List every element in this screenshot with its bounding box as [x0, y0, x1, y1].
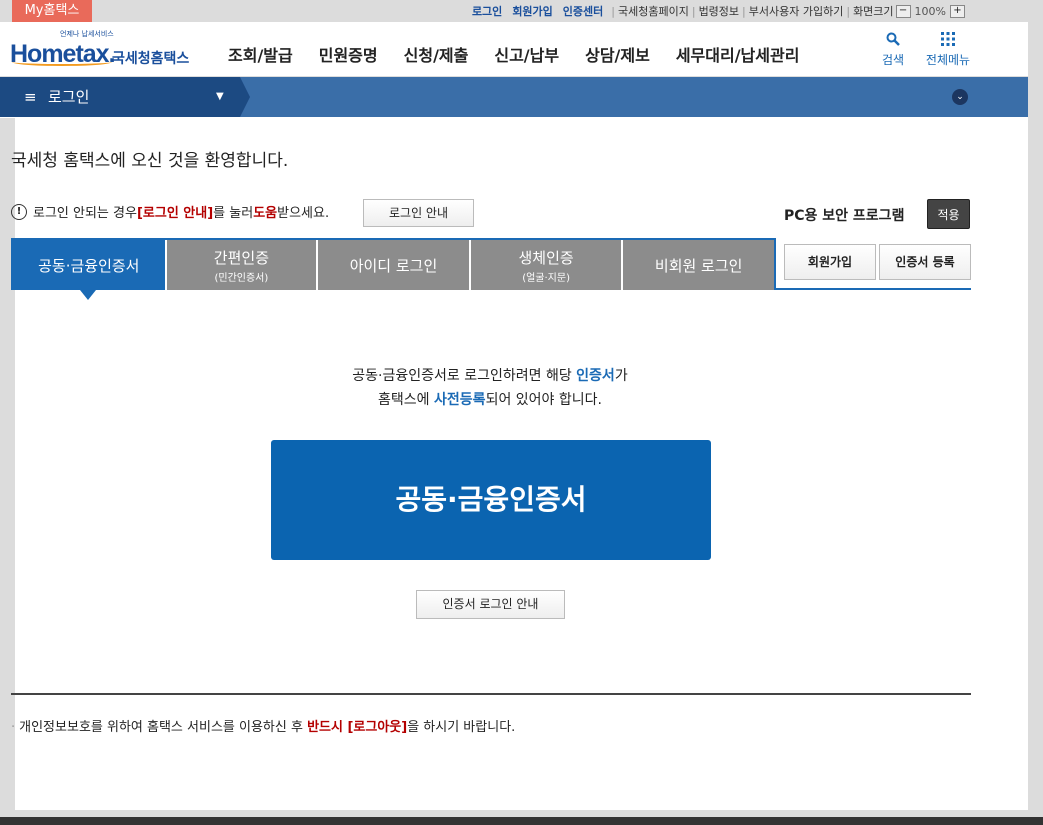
tab-label: 생체인증 — [518, 248, 574, 267]
util-separator: | — [611, 4, 615, 18]
welcome-heading: 국세청 홈택스에 오신 것을 환영합니다. — [11, 151, 289, 171]
zoom-in-button[interactable]: + — [950, 4, 965, 18]
cert-desc-highlight: 사전등록 — [434, 392, 486, 408]
join-button[interactable]: 회원가입 — [784, 244, 876, 280]
browser-frame: My홈택스 로그인 회원가입 인증센터 | 국세청홈페이지 | 법령정보 | 부… — [0, 0, 1043, 825]
tab-label: 공동·금융인증서 — [38, 256, 140, 275]
notice-highlight-1: [로그인 안내] — [136, 206, 214, 221]
util-login-link[interactable]: 로그인 — [472, 3, 502, 19]
util-join-link[interactable]: 회원가입 — [512, 3, 552, 19]
util-dept-join-link[interactable]: 부서사용자 가입하기 — [749, 3, 844, 19]
cert-desc-text: 홈택스에 — [378, 392, 435, 408]
breadcrumb-label: 로그인 — [48, 88, 90, 106]
footer-divider — [11, 693, 971, 695]
tab-sublabel: (민간인증서) — [214, 272, 269, 284]
cert-desc-text: 가 — [614, 368, 628, 384]
cert-login-button[interactable]: 공동·금융인증서 — [271, 440, 711, 560]
nav-consult-report[interactable]: 상담/제보 — [585, 42, 650, 66]
search-label: 검색 — [881, 53, 905, 67]
tab-guest-login[interactable]: 비회원 로그인 — [623, 240, 774, 290]
my-hometax-tab[interactable]: My홈택스 — [12, 0, 92, 22]
page-background — [0, 22, 1028, 810]
logo-swoosh — [12, 58, 112, 66]
grid-icon — [920, 31, 976, 51]
bullet: · — [11, 720, 16, 735]
tab-id-login[interactable]: 아이디 로그인 — [318, 240, 469, 290]
notice-text-2: 를 눌러 — [213, 206, 254, 221]
hamburger-icon: ≡ — [24, 88, 37, 106]
zoom-value: 100% — [914, 4, 946, 18]
nav-tax-agent[interactable]: 세무대리/납세관리 — [676, 42, 800, 66]
footer-highlight: 반드시 [로그아웃] — [307, 720, 408, 735]
util-law-link[interactable]: 법령정보 — [699, 3, 739, 19]
logo-tagline: 언제나 납세서비스 — [60, 30, 114, 38]
hometax-logo[interactable]: 언제나 납세서비스 Hometax. 국세청홈택스 — [10, 28, 195, 72]
cert-login-guide-button[interactable]: 인증서 로그인 안내 — [416, 590, 565, 619]
cert-register-button[interactable]: 인증서 등록 — [879, 244, 971, 280]
logout-reminder: · 개인정보보호를 위하여 홈택스 서비스를 이용하신 후 반드시 [로그아웃]을… — [11, 716, 515, 735]
left-gutter — [0, 118, 15, 810]
tab-biometric[interactable]: 생체인증 (얼굴·지문) — [470, 240, 622, 290]
main-nav: 조회/발급 민원증명 신청/제출 신고/납부 상담/제보 세무대리/납세관리 — [215, 42, 812, 66]
zoom-out-button[interactable]: − — [895, 4, 911, 18]
apply-security-button[interactable]: 적용 — [927, 199, 970, 229]
exclamation-icon: ! — [11, 203, 27, 220]
footer-text-1: 개인정보보호를 위하여 홈택스 서비스를 이용하신 후 — [19, 720, 308, 735]
tab-simple-auth[interactable]: 간편인증 (민간인증서) — [166, 240, 317, 290]
login-method-tabs: 공동·금융인증서 간편인증 (민간인증서) 아이디 로그인 생체인증 (얼굴·지… — [11, 238, 776, 290]
tab-label: 비회원 로그인 — [654, 256, 743, 275]
tab-cert-login[interactable]: 공동·금융인증서 — [13, 240, 165, 290]
tab-label: 간편인증 — [213, 248, 269, 267]
tab-label: 아이디 로그인 — [349, 256, 438, 275]
breadcrumb-dropdown[interactable]: ≡ 로그인 ▼ — [0, 77, 250, 117]
tab-sublabel: (얼굴·지문) — [522, 272, 570, 284]
nav-inquiry-issue[interactable]: 조회/발급 — [228, 42, 293, 66]
tabs-underline — [776, 288, 971, 290]
util-screen-size-label: 화면크기 — [853, 5, 894, 18]
cert-desc-text: 공동·금융인증서로 로그인하려면 해당 — [352, 368, 577, 384]
logo-korean: 국세청홈택스 — [112, 51, 190, 67]
notice-text-1: 로그인 안되는 경우 — [33, 206, 137, 221]
nav-civil-certificate[interactable]: 민원증명 — [319, 42, 378, 66]
footer-text-2: 을 하시기 바랍니다. — [407, 720, 516, 735]
bottom-bar — [0, 817, 1043, 825]
nav-apply-submit[interactable]: 신청/제출 — [404, 42, 469, 66]
login-help-notice: ! 로그인 안되는 경우 [로그인 안내] 를 눌러 도움 받으세요. — [11, 202, 329, 221]
cert-description: 공동·금융인증서로 로그인하려면 해당 인증서가 홈택스에 사전등록되어 있어야… — [230, 364, 750, 412]
search-icon — [878, 31, 908, 51]
cert-desc-line-2: 홈택스에 사전등록되어 있어야 합니다. — [230, 388, 750, 412]
all-menu-button[interactable]: 전체메뉴 — [920, 31, 976, 68]
search-button[interactable]: 검색 — [878, 31, 908, 68]
util-cert-center-link[interactable]: 인증센터 — [563, 3, 603, 19]
nav-report-pay[interactable]: 신고/납부 — [494, 42, 559, 66]
util-separator: | — [691, 4, 696, 18]
pc-security-label: PC용 보안 프로그램 — [784, 208, 905, 224]
util-separator: | — [742, 4, 746, 18]
utility-bar: My홈택스 로그인 회원가입 인증센터 | 국세청홈페이지 | 법령정보 | 부… — [0, 0, 1043, 22]
cert-desc-line-1: 공동·금융인증서로 로그인하려면 해당 인증서가 — [230, 364, 750, 388]
util-nts-home-link[interactable]: 국세청홈페이지 — [618, 3, 689, 19]
active-tab-pointer — [80, 290, 96, 300]
all-menu-label: 전체메뉴 — [925, 53, 971, 67]
cert-desc-text: 되어 있어야 합니다. — [485, 392, 602, 408]
login-guide-button[interactable]: 로그인 안내 — [363, 199, 474, 227]
cert-desc-highlight: 인증서 — [576, 368, 615, 384]
site-header: 언제나 납세서비스 Hometax. 국세청홈택스 조회/발급 민원증명 신청/… — [0, 22, 1028, 77]
util-separator: | — [846, 4, 851, 18]
chevron-down-icon[interactable]: ⌄ — [952, 89, 968, 105]
notice-text-3: 받으세요. — [277, 206, 330, 221]
notice-highlight-2: 도움 — [253, 206, 278, 221]
caret-down-icon: ▼ — [216, 91, 224, 102]
utility-links: 로그인 회원가입 인증센터 | 국세청홈페이지 | 법령정보 | 부서사용자 가… — [467, 3, 967, 19]
breadcrumb-bar: ≡ 로그인 ▼ ⌄ — [0, 77, 1028, 117]
